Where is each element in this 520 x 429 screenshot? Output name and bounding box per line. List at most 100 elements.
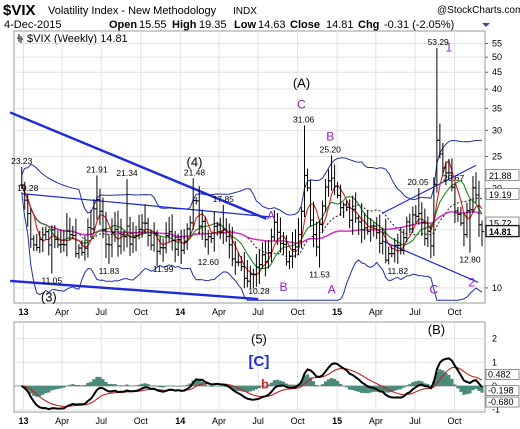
macd-histogram-bar bbox=[146, 384, 150, 386]
x-tick-label: Jul bbox=[95, 307, 107, 317]
macd-histogram-bar bbox=[447, 374, 451, 386]
open-value: 15.55 bbox=[139, 19, 167, 31]
macd-histogram-bar bbox=[317, 385, 322, 386]
price-annotation: 11.83 bbox=[99, 266, 120, 276]
macd-histogram-bar bbox=[269, 382, 274, 386]
x-tick-label: 15 bbox=[332, 307, 342, 317]
wave-label: 1 bbox=[446, 41, 453, 55]
macd-histogram-bar bbox=[170, 385, 174, 387]
wave-label: [C] bbox=[249, 353, 270, 370]
macd-histogram-bar bbox=[453, 384, 457, 386]
macd-histogram-bar bbox=[53, 385, 57, 390]
macd-histogram-bar bbox=[450, 378, 454, 386]
macd-histogram-bar bbox=[128, 385, 132, 386]
price-x-axis: 13 Apr Jul Oct 14 Apr Jul Oct 15 Apr Jul Oct bbox=[18, 307, 462, 317]
macd-histogram-bar bbox=[218, 385, 222, 387]
macd-histogram-bar bbox=[104, 381, 108, 386]
macd-histogram-bar bbox=[411, 382, 415, 386]
macd-histogram-bar bbox=[74, 384, 78, 386]
price-box-label: 19.19 bbox=[489, 190, 512, 200]
macd-histogram-bar bbox=[456, 385, 460, 389]
macd-histogram-bar bbox=[441, 370, 445, 386]
x-tick-label: Jul bbox=[252, 307, 264, 317]
price-annotation: 20.05 bbox=[407, 177, 429, 187]
chg-value: -0.31 (-2.05%) bbox=[384, 19, 454, 31]
price-axis: 10152025303540455055 bbox=[485, 38, 502, 293]
price-annotation: 21.91 bbox=[86, 164, 108, 174]
macd-value-label: -0.680 bbox=[488, 397, 514, 407]
price-annotation: 31.06 bbox=[293, 114, 315, 124]
header-date: 4-Dec-2015 bbox=[4, 19, 61, 31]
chg-label: Chg bbox=[358, 19, 379, 31]
macd-histogram-bar bbox=[245, 385, 249, 393]
macd-histogram-bar bbox=[474, 385, 478, 389]
x-tick-label: Apr bbox=[369, 416, 383, 426]
macd-histogram-bar bbox=[332, 378, 337, 386]
wave-label: (3) bbox=[41, 289, 57, 304]
low-value: 14.63 bbox=[258, 19, 286, 31]
price-annotation: 19.28 bbox=[17, 183, 39, 193]
price-annotation: 11.99 bbox=[153, 264, 174, 274]
index-name: Volatility Index - New Methodology bbox=[48, 5, 217, 17]
high-value: 19.35 bbox=[199, 19, 227, 31]
y-tick-label: 30 bbox=[492, 125, 502, 135]
macd-histogram-bar bbox=[152, 385, 156, 386]
open-label: Open bbox=[109, 19, 137, 31]
x-tick-label: Oct bbox=[134, 416, 149, 426]
wave-label: (A) bbox=[293, 75, 310, 90]
macd-histogram-bar bbox=[248, 385, 252, 392]
price-annotation: 21.34 bbox=[116, 168, 138, 178]
wave-label: (5) bbox=[251, 331, 267, 346]
macd-histogram-bar bbox=[221, 385, 225, 387]
macd-histogram-bar bbox=[363, 385, 367, 394]
wave-label: (B) bbox=[428, 322, 445, 337]
wave-label: (4) bbox=[187, 155, 203, 170]
macd-histogram-bar bbox=[287, 384, 292, 386]
macd-histogram-bar bbox=[119, 385, 123, 386]
macd-histogram-bar bbox=[101, 379, 105, 386]
macd-histogram-bar bbox=[209, 385, 213, 387]
macd-histogram-bar bbox=[125, 384, 129, 386]
macd-histogram-bar bbox=[134, 385, 138, 386]
macd-histogram-bar bbox=[459, 385, 463, 392]
macd-histogram-bar bbox=[140, 383, 144, 386]
macd-histogram-bar bbox=[44, 385, 48, 394]
macd-histogram-bar bbox=[203, 384, 207, 386]
macd-histogram-bar bbox=[164, 385, 168, 387]
macd-histogram-bar bbox=[86, 382, 90, 386]
x-tick-label: 13 bbox=[18, 416, 28, 426]
dropdown-arrow-icon[interactable] bbox=[482, 23, 490, 27]
x-tick-label: Oct bbox=[447, 416, 462, 426]
close-label: Close bbox=[290, 19, 320, 31]
macd-axis: -10120.482-0.198-0.680 bbox=[485, 334, 520, 415]
macd-histogram-bar bbox=[59, 385, 63, 389]
macd-histogram-bar bbox=[158, 385, 162, 388]
macd-histogram-bar bbox=[215, 385, 219, 387]
macd-histogram-bar bbox=[354, 385, 358, 392]
wave-label: A bbox=[267, 209, 275, 223]
y-tick-label: 10 bbox=[492, 283, 502, 293]
price-annotation: 12.80 bbox=[459, 255, 481, 265]
x-tick-label: Jul bbox=[252, 416, 264, 426]
macd-histogram-bar bbox=[68, 384, 72, 386]
price-box-label: 21.88 bbox=[489, 171, 512, 181]
macd-histogram-bar bbox=[113, 384, 117, 386]
macd-histogram-bar bbox=[326, 379, 331, 386]
x-tick-label: 15 bbox=[332, 416, 342, 426]
macd-histogram-bar bbox=[71, 384, 75, 386]
price-annotation: 11.82 bbox=[387, 266, 408, 276]
price-annotation: 12.60 bbox=[198, 257, 220, 267]
macd-histogram-bar bbox=[393, 385, 397, 391]
symbol-title: $VIX bbox=[3, 2, 36, 19]
wave-label: b bbox=[261, 376, 269, 391]
wave-label: C bbox=[297, 97, 306, 111]
high-label: High bbox=[172, 19, 197, 31]
macd-x-axis: 13 Apr Jul Oct 14 Apr Jul Oct 15 Apr Jul Oct bbox=[18, 416, 462, 426]
macd-histogram-bar bbox=[477, 385, 481, 391]
macd-histogram-bar bbox=[320, 384, 325, 386]
macd-histogram-bar bbox=[137, 384, 141, 386]
macd-value-label: -0.198 bbox=[488, 386, 514, 396]
macd-histogram-bar bbox=[311, 381, 316, 386]
macd-histogram-bar bbox=[89, 381, 93, 386]
macd-histogram-bar bbox=[405, 385, 409, 386]
